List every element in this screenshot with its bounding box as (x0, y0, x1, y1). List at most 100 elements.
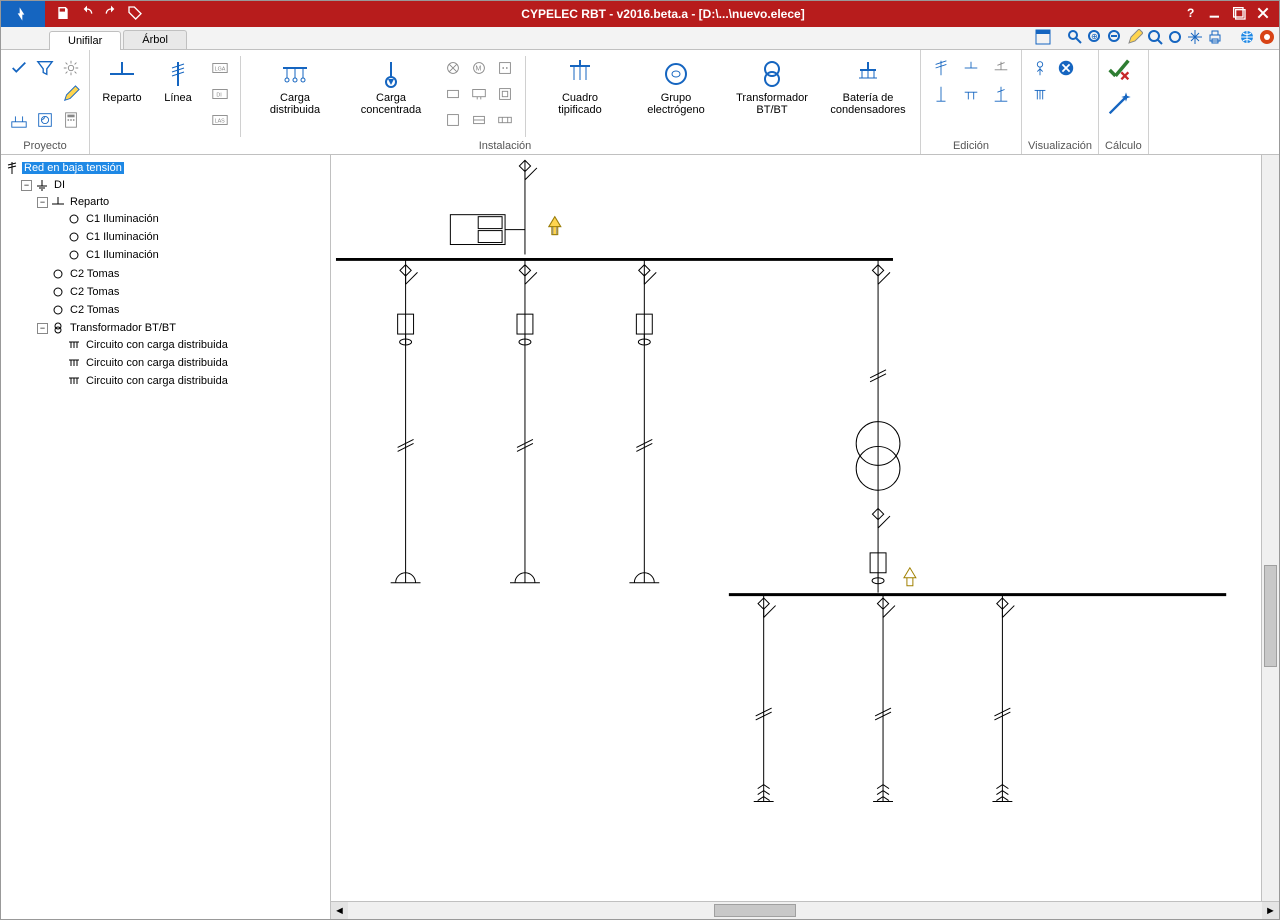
edit-icon[interactable] (59, 82, 83, 106)
tree-c2-3[interactable]: C2 Tomas (37, 302, 328, 318)
tree-root[interactable]: Red en baja tensión (5, 160, 328, 176)
tree-circ-1[interactable]: Circuito con carga distribuida (53, 337, 328, 353)
di-icon[interactable]: DI (208, 82, 232, 106)
circle-icon (51, 267, 65, 281)
calc-check-icon[interactable] (1105, 56, 1133, 84)
check-icon[interactable] (7, 56, 31, 80)
svg-text:LAS: LAS (215, 119, 226, 125)
undo-icon[interactable] (79, 5, 95, 24)
svg-text:⊕: ⊕ (1091, 32, 1098, 41)
edit2-icon[interactable] (957, 56, 985, 80)
svg-text:M: M (475, 64, 481, 73)
grupo-electrogeno-button[interactable]: Grupo electrógeno (630, 56, 722, 118)
box2-icon[interactable] (467, 108, 491, 132)
app-logo-icon (1, 1, 45, 27)
group-instalacion-label: Instalación (96, 137, 914, 154)
vertical-scrollbar[interactable] (1261, 155, 1279, 901)
window-icon[interactable] (1035, 29, 1051, 48)
ground-icon (35, 178, 49, 192)
edit6-icon[interactable] (987, 82, 1015, 106)
screen-icon[interactable] (467, 82, 491, 106)
load-icon (67, 374, 81, 388)
edit5-icon[interactable] (957, 82, 985, 106)
tree-di[interactable]: − DI (21, 177, 328, 193)
find-icon[interactable] (1067, 29, 1083, 48)
tree-trafo[interactable]: − Transformador BT/BT (37, 320, 328, 336)
collapse-icon[interactable]: − (21, 180, 32, 191)
carga-distribuida-button[interactable]: Carga distribuida (249, 56, 341, 118)
tab-unifilar[interactable]: Unifilar (49, 31, 121, 50)
tree-c1-3[interactable]: C1 Iluminación (53, 247, 328, 263)
window-title: CYPELEC RBT - v2016.beta.a - [D:\...\nue… (151, 7, 1175, 21)
zoom-fit-icon[interactable]: ⊕ (1087, 29, 1103, 48)
tab-arbol[interactable]: Árbol (123, 30, 187, 49)
tree-c1-2[interactable]: C1 Iluminación (53, 229, 328, 245)
circle-icon (67, 230, 81, 244)
tag-icon[interactable] (127, 5, 143, 24)
linea-button[interactable]: Línea (152, 56, 204, 106)
circle-icon (67, 212, 81, 226)
wand-icon[interactable] (1105, 90, 1133, 118)
diagram-canvas[interactable] (331, 155, 1279, 901)
gear-icon[interactable] (59, 56, 83, 80)
help-icon[interactable]: ? (1183, 5, 1199, 24)
redo-icon[interactable] (103, 5, 119, 24)
socket-icon[interactable] (493, 56, 517, 80)
box3-icon[interactable] (493, 108, 517, 132)
tree-reparto[interactable]: − Reparto (37, 194, 328, 210)
tree-c2-1[interactable]: C2 Tomas (37, 266, 328, 282)
collapse-icon[interactable]: − (37, 323, 48, 334)
collapse-icon[interactable]: − (37, 197, 48, 208)
load-icon (67, 338, 81, 352)
ribbon-tabs: Unifilar Árbol ⊕ (1, 27, 1279, 50)
horizontal-scrollbar[interactable]: ◄► (331, 901, 1279, 919)
heater-icon[interactable] (441, 82, 465, 106)
bateria-condensadores-button[interactable]: Batería de condensadores (822, 56, 914, 118)
reparto-button[interactable]: Reparto (96, 56, 148, 106)
edit4-icon[interactable] (927, 82, 955, 106)
vis3-icon[interactable] (1028, 82, 1052, 106)
edit3-icon[interactable] (987, 56, 1015, 80)
svg-text:?: ? (1187, 6, 1194, 20)
close-icon[interactable] (1255, 5, 1271, 24)
diagram-icon[interactable] (7, 108, 31, 132)
tree-c2-2[interactable]: C2 Tomas (37, 284, 328, 300)
lamp-icon[interactable] (441, 56, 465, 80)
calc-icon[interactable] (59, 108, 83, 132)
vis1-icon[interactable] (1028, 56, 1052, 80)
config-icon[interactable] (1259, 29, 1275, 48)
vis-cancel-icon[interactable] (1054, 56, 1078, 80)
edit1-icon[interactable] (927, 56, 955, 80)
cuadro-tipificado-button[interactable]: Cuadro tipificado (534, 56, 626, 118)
load-icon (67, 356, 81, 370)
print-icon[interactable] (1207, 29, 1223, 48)
transformador-button[interactable]: Transformador BT/BT (726, 56, 818, 118)
tree-circ-3[interactable]: Circuito con carga distribuida (53, 373, 328, 389)
tree-panel: Red en baja tensión − DI (1, 155, 331, 919)
tree-circ-2[interactable]: Circuito con carga distribuida (53, 355, 328, 371)
filter-icon[interactable] (33, 56, 57, 80)
group-calculo-label: Cálculo (1105, 137, 1142, 154)
tree-c1-1[interactable]: C1 Iluminación (53, 211, 328, 227)
lga-icon[interactable]: LGA (208, 56, 232, 80)
box1-icon[interactable] (441, 108, 465, 132)
device-icon[interactable] (493, 82, 517, 106)
globe-icon[interactable] (1239, 29, 1255, 48)
pan-icon[interactable] (1187, 29, 1203, 48)
trafo-icon (51, 321, 65, 335)
las-icon[interactable]: LAS (208, 108, 232, 132)
zoom-window-icon[interactable] (1147, 29, 1163, 48)
maximize-icon[interactable] (1231, 5, 1247, 24)
motor-icon[interactable]: M (467, 56, 491, 80)
circle-icon (51, 303, 65, 317)
pencil-icon[interactable] (1127, 29, 1143, 48)
group-proyecto-label: Proyecto (7, 137, 83, 154)
panel-icon[interactable] (33, 108, 57, 132)
carga-concentrada-button[interactable]: Carga concentrada (345, 56, 437, 118)
svg-text:LGA: LGA (215, 67, 226, 73)
zoom-extents-icon[interactable] (1167, 29, 1183, 48)
save-icon[interactable] (55, 5, 71, 24)
minimize-icon[interactable] (1207, 5, 1223, 24)
circle-icon (67, 248, 81, 262)
zoom-out-icon[interactable] (1107, 29, 1123, 48)
